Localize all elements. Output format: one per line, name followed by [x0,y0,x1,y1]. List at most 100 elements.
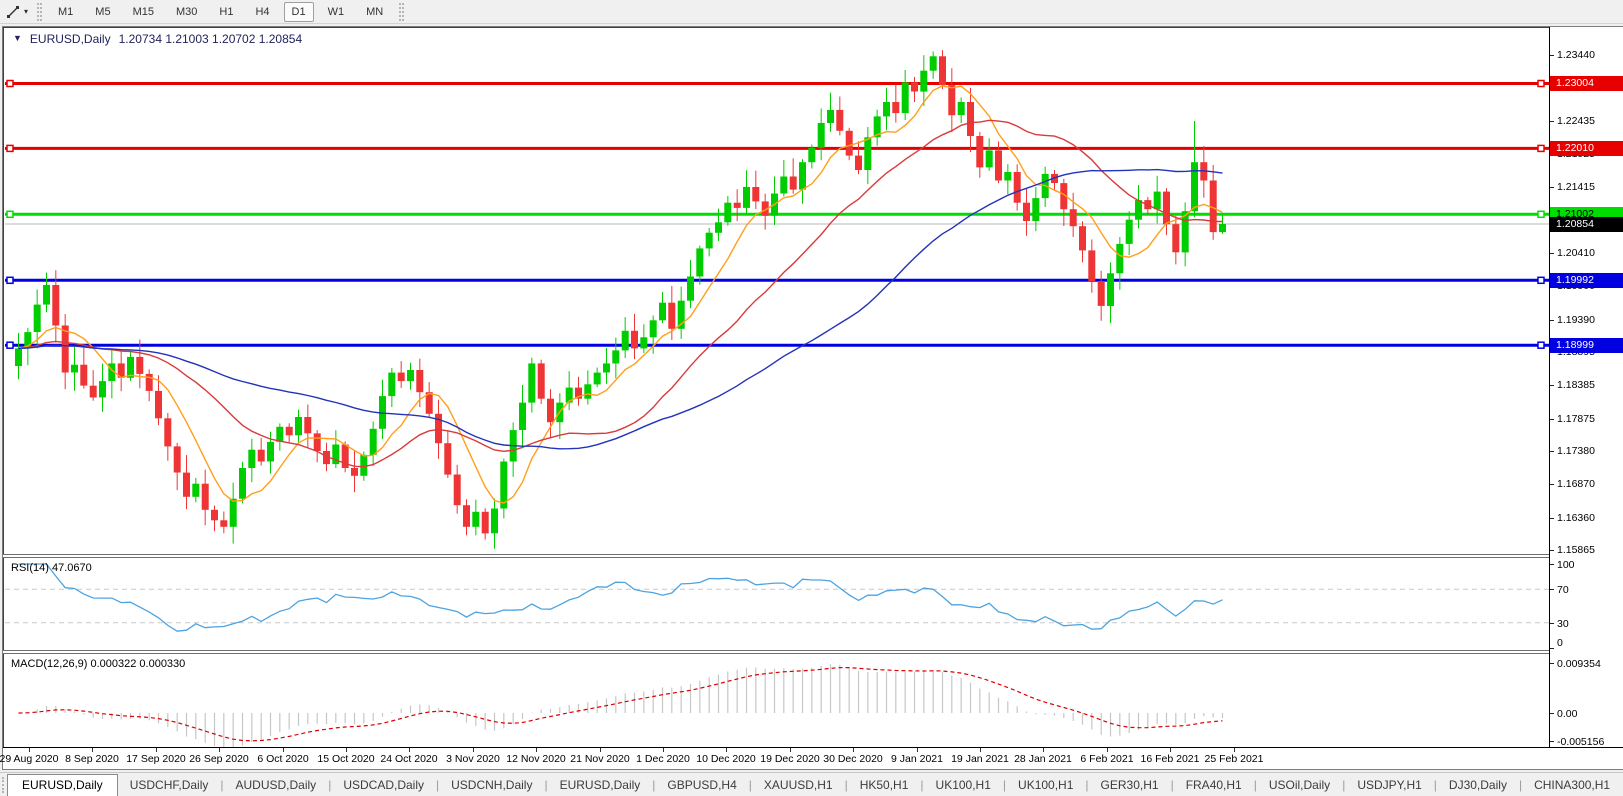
date-tick[interactable] [726,748,727,752]
date-tick[interactable] [1043,748,1044,752]
price-tick[interactable] [1550,550,1554,551]
rsi-tick[interactable] [1550,648,1554,649]
macd-axis-label[interactable]: 0.009354 [1557,658,1601,670]
macd-pane[interactable]: MACD(12,26,9) 0.000322 0.000330 [3,654,1623,747]
timeframe-button-w1[interactable]: W1 [320,2,353,22]
line-handle[interactable] [6,210,14,219]
price-tick[interactable] [1550,518,1554,519]
line-handle[interactable] [6,276,14,285]
bottom-tab[interactable]: USOil,Daily [1257,775,1342,795]
bottom-tab[interactable]: GBPUSD,H4 [655,775,748,795]
price-tick[interactable] [1550,187,1554,188]
line-studies-icon[interactable] [3,3,23,21]
timeframe-button-h1[interactable]: H1 [211,2,241,22]
date-tick[interactable] [1234,748,1235,752]
line-handle[interactable] [6,79,14,88]
bottom-tab[interactable]: UK100,H1 [924,775,1003,795]
date-label[interactable]: 1 Dec 2020 [636,753,690,765]
price-tick[interactable] [1550,419,1554,420]
date-label[interactable]: 8 Sep 2020 [65,753,119,765]
macd-tick[interactable] [1550,713,1554,714]
rsi-axis-label[interactable]: 30 [1557,618,1569,630]
date-tick[interactable] [536,748,537,752]
price-tick[interactable] [1550,253,1554,254]
price-chart-pane[interactable]: ▼ EURUSD,Daily 1.20734 1.21003 1.20702 1… [3,27,1623,554]
chart-menu-arrow-icon[interactable]: ▼ [13,33,22,46]
price-tick[interactable] [1550,385,1554,386]
date-tick[interactable] [219,748,220,752]
rsi-axis-label[interactable]: 70 [1557,584,1569,596]
bottom-tab[interactable]: USDCNH,Daily [439,775,544,795]
date-label[interactable]: 17 Sep 2020 [126,753,186,765]
date-label[interactable]: 25 Feb 2021 [1205,753,1264,765]
price-tick-label[interactable]: 1.17875 [1557,413,1595,425]
date-tick[interactable] [853,748,854,752]
line-handle[interactable] [6,341,14,349]
macd-axis-label[interactable]: 0.00 [1557,708,1577,720]
date-label[interactable]: 29 Aug 2020 [0,753,58,765]
bottom-tab[interactable]: USDCHF,Daily [118,775,221,795]
price-tick-label[interactable]: 1.22435 [1557,115,1595,127]
bottom-tab[interactable]: FRA40,H1 [1174,775,1254,795]
timeframe-button-mn[interactable]: MN [358,2,391,22]
date-label[interactable]: 6 Feb 2021 [1080,753,1133,765]
date-tick[interactable] [346,748,347,752]
date-tick[interactable] [1107,748,1108,752]
rsi-tick[interactable] [1550,589,1554,590]
bottom-tab[interactable]: EURUSD,Daily [7,773,118,796]
price-tick[interactable] [1550,484,1554,485]
rsi-tick[interactable] [1550,623,1554,624]
bottom-tab[interactable]: CHINA300,H1 [1522,775,1622,795]
date-label[interactable]: 30 Dec 2020 [823,753,883,765]
date-tick[interactable] [1170,748,1171,752]
price-tick[interactable] [1550,451,1554,452]
date-label[interactable]: 28 Jan 2021 [1014,753,1072,765]
price-tick-label[interactable]: 1.23440 [1557,49,1595,61]
macd-tick[interactable] [1550,663,1554,664]
timeframe-button-m30[interactable]: M30 [168,2,205,22]
bottom-tab[interactable]: USDJPY,H1 [1345,775,1433,795]
date-label[interactable]: 3 Nov 2020 [446,753,500,765]
date-label[interactable]: 16 Feb 2021 [1141,753,1200,765]
price-tick-label[interactable]: 1.15865 [1557,544,1595,556]
price-line-label[interactable]: 1.22010 [1550,141,1623,156]
price-tick-label[interactable]: 1.18385 [1557,379,1595,391]
price-tick[interactable] [1550,320,1554,321]
date-tick[interactable] [283,748,284,752]
macd-tick[interactable] [1550,741,1554,742]
line-handle[interactable] [1537,210,1545,219]
date-label[interactable]: 19 Jan 2021 [951,753,1009,765]
line-handle[interactable] [6,144,14,153]
date-tick[interactable] [29,748,30,752]
date-label[interactable]: 9 Jan 2021 [891,753,943,765]
bottom-tab[interactable]: XAUUSD,H1 [752,775,845,795]
timeframe-button-m1[interactable]: M1 [50,2,81,22]
price-line-label[interactable]: 1.20854 [1550,217,1623,232]
timeframe-button-h4[interactable]: H4 [247,2,277,22]
date-label[interactable]: 12 Nov 2020 [506,753,566,765]
timeframe-button-m15[interactable]: M15 [125,2,162,22]
date-tick[interactable] [980,748,981,752]
rsi-pane[interactable]: RSI(14) 47.0670 [3,558,1623,650]
date-label[interactable]: 19 Dec 2020 [760,753,820,765]
date-tick[interactable] [917,748,918,752]
date-tick[interactable] [790,748,791,752]
date-tick[interactable] [600,748,601,752]
rsi-axis-label[interactable]: 100 [1557,559,1575,571]
price-tick[interactable] [1550,121,1554,122]
date-tick[interactable] [663,748,664,752]
date-label[interactable]: 21 Nov 2020 [570,753,630,765]
bottom-tab[interactable]: AUDUSD,Daily [224,775,329,795]
timeframe-button-d1[interactable]: D1 [283,1,314,22]
date-label[interactable]: 26 Sep 2020 [189,753,249,765]
date-axis[interactable]: 29 Aug 2020 8 Sep 2020 17 Sep 2020 26 Sep 2… [0,747,1623,769]
date-label[interactable]: 10 Dec 2020 [696,753,756,765]
price-tick-label[interactable]: 1.20410 [1557,247,1595,259]
toolbar-grip[interactable] [37,2,43,21]
toolbar-grip[interactable] [399,2,405,21]
bottom-tab[interactable]: GER30,H1 [1089,775,1171,795]
bottom-tab[interactable]: EURUSD,Daily [548,775,653,795]
chevron-down-icon[interactable]: ▾ [24,7,28,16]
date-label[interactable]: 15 Oct 2020 [317,753,374,765]
tabbar-grip[interactable] [2,776,4,793]
